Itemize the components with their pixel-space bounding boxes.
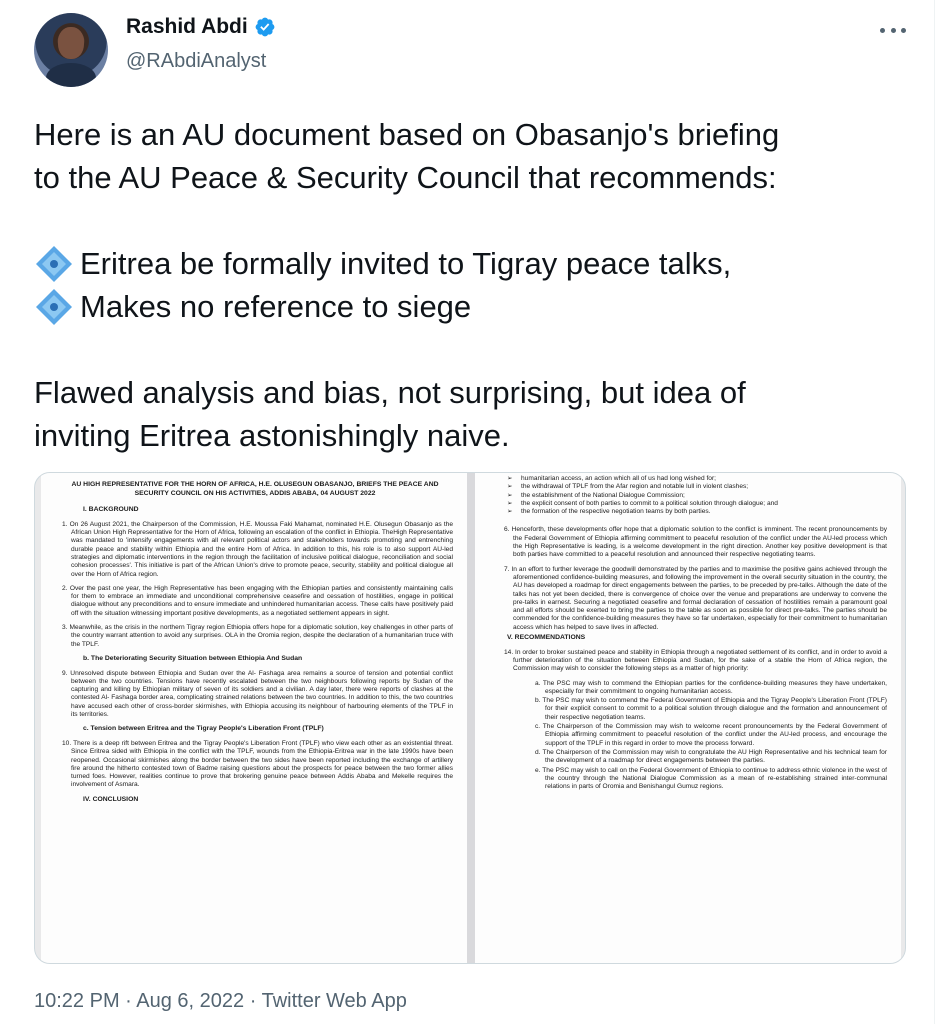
- more-dot: [880, 27, 885, 33]
- document-section-heading: c. Tension between Eritrea and the Tigra…: [83, 725, 324, 733]
- tweet-date[interactable]: Aug 6, 2022: [136, 990, 244, 1012]
- document-recommendation: e. The PSC may wish to call on the Feder…: [535, 766, 887, 791]
- document-paragraph: 14. In order to broker sustained peace a…: [504, 648, 887, 673]
- meta-separator: ·: [119, 990, 137, 1012]
- document-page-left: AU HIGH REPRESENTATIVE FOR THE HORN OF A…: [41, 473, 467, 963]
- diamond-with-dot-emoji-icon: [36, 288, 72, 325]
- verified-badge-icon: [255, 17, 275, 37]
- document-paragraph: 1. On 26 August 2021, the Chairperson of…: [62, 520, 453, 578]
- more-dot: [901, 27, 906, 33]
- document-bullet: the formation of the respective negotiat…: [499, 508, 887, 517]
- document-paragraph: 6. Henceforth, these developments offer …: [504, 526, 887, 559]
- document-gutter: [467, 473, 475, 963]
- tweet-line: Here is an AU document based on Obasanjo…: [34, 117, 780, 152]
- tweet-spacer: [34, 328, 914, 371]
- tweet-bullet-text: Makes no reference to siege: [80, 289, 472, 324]
- document-paragraph: 2. Over the past one year, the High Repr…: [62, 584, 453, 617]
- diamond-with-dot-emoji-icon: [36, 245, 72, 282]
- tweet-media-image[interactable]: AU HIGH REPRESENTATIVE FOR THE HORN OF A…: [34, 472, 906, 964]
- avatar-shirt: [46, 63, 96, 87]
- tweet-bullet: Makes no reference to siege: [34, 285, 914, 328]
- document-recommendation: c. The Chairperson of the Commission may…: [535, 723, 887, 747]
- tweet-bullet: Eritrea be formally invited to Tigray pe…: [34, 242, 914, 285]
- tweet-line: inviting Eritrea astonishingly naive.: [34, 418, 510, 453]
- avatar-face: [58, 27, 84, 59]
- document-bullet: the establishment of the National Dialog…: [499, 492, 887, 501]
- meta-separator: ·: [244, 990, 262, 1012]
- tweet-detail: Rashid Abdi @RAbdiAnalyst Here is an AU …: [0, 0, 935, 1024]
- document-paragraph: 10. There is a deep rift between Eritrea…: [62, 739, 453, 789]
- document-section-heading: I. BACKGROUND: [83, 506, 139, 514]
- tweet-spacer: [34, 199, 914, 242]
- tweet-metadata: 10:22 PM · Aug 6, 2022 · Twitter Web App: [34, 990, 407, 1013]
- author-name[interactable]: Rashid Abdi: [126, 15, 248, 39]
- document-section-heading: b. The Deteriorating Security Situation …: [83, 654, 303, 662]
- tweet-line: Flawed analysis and bias, not surprising…: [34, 375, 746, 410]
- more-options-icon[interactable]: [880, 22, 906, 38]
- author-name-row[interactable]: Rashid Abdi: [126, 15, 276, 39]
- document-section-heading: V. RECOMMENDATIONS: [507, 634, 586, 642]
- document-bullet: the withdrawal of TPLF from the Afar reg…: [499, 483, 887, 492]
- document-bullet: the explicit consent of both parties to …: [499, 500, 887, 509]
- document-title: AU HIGH REPRESENTATIVE FOR THE HORN OF A…: [71, 481, 439, 497]
- document-bullet: humanitarian access, an action which all…: [499, 475, 887, 484]
- document-paragraph: 9. Unresolved dispute between Ethiopia a…: [62, 669, 453, 719]
- tweet-bullet-text: Eritrea be formally invited to Tigray pe…: [80, 246, 732, 281]
- author-handle[interactable]: @RAbdiAnalyst: [126, 50, 266, 73]
- document-page-right: humanitarian access, an action which all…: [475, 473, 901, 963]
- tweet-time[interactable]: 10:22 PM: [34, 990, 120, 1012]
- tweet-source-client[interactable]: Twitter Web App: [262, 990, 407, 1012]
- tweet-line: to the AU Peace & Security Council that …: [34, 160, 777, 195]
- author-avatar[interactable]: [34, 13, 108, 87]
- document-recommendation: d. The Chairperson of the Commission may…: [535, 748, 887, 765]
- document-section-heading: IV. CONCLUSION: [83, 795, 139, 803]
- document-recommendation: b. The PSC may wish to commend the Feder…: [535, 697, 887, 721]
- tweet-text: Here is an AU document based on Obasanjo…: [34, 113, 914, 457]
- document-paragraph: 7. In an effort to further leverage the …: [504, 565, 887, 631]
- document-recommendation: a. The PSC may wish to commend the Ethio…: [535, 679, 887, 695]
- document-paragraph: 3. Meanwhile, as the crisis in the north…: [62, 624, 453, 648]
- more-dot: [890, 27, 896, 33]
